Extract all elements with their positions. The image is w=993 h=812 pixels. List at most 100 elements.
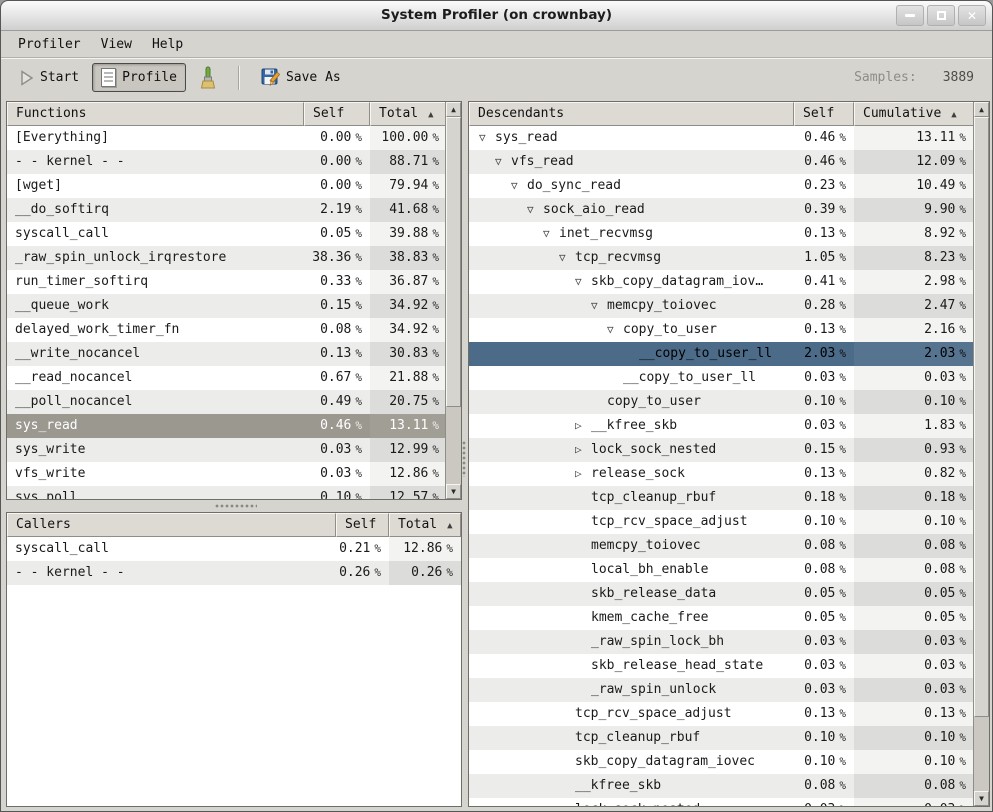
titlebar[interactable]: System Profiler (on crownbay) ✕: [1, 1, 992, 31]
save-as-button[interactable]: Save As: [252, 63, 350, 92]
table-row[interactable]: __poll_nocancel0.49%20.75%: [7, 390, 447, 414]
close-button[interactable]: ✕: [958, 5, 986, 26]
scroll-down-icon[interactable]: ▼: [974, 791, 989, 806]
expander-closed-icon[interactable]: ▷: [575, 414, 591, 437]
functions-self-header[interactable]: Self: [304, 102, 370, 126]
tree-row[interactable]: ▽vfs_read0.46%12.09%: [469, 150, 974, 174]
tree-row[interactable]: copy_to_user0.10%0.10%: [469, 390, 974, 414]
table-row[interactable]: vfs_write0.03%12.86%: [7, 462, 447, 486]
table-row[interactable]: - - kernel - -0.26%0.26%: [7, 561, 461, 585]
percent-sign: %: [839, 635, 846, 648]
tree-row[interactable]: ▽inet_recvmsg0.13%8.92%: [469, 222, 974, 246]
reset-button[interactable]: [190, 61, 226, 95]
expander-open-icon[interactable]: ▽: [559, 246, 575, 269]
menu-profiler[interactable]: Profiler: [9, 34, 90, 55]
tree-row[interactable]: ▽memcpy_toiovec0.28%2.47%: [469, 294, 974, 318]
table-row[interactable]: sys_poll0.10%12.57%: [7, 486, 447, 500]
functions-total-header[interactable]: Total▲: [370, 102, 447, 126]
tree-row[interactable]: ▷release_sock0.13%0.82%: [469, 462, 974, 486]
percent-sign: %: [839, 227, 846, 240]
tree-row[interactable]: tcp_rcv_space_adjust0.10%0.10%: [469, 510, 974, 534]
scroll-down-icon[interactable]: ▼: [446, 484, 461, 499]
expander-open-icon[interactable]: ▽: [591, 294, 607, 317]
tree-row[interactable]: ▷lock_sock_nested0.15%0.93%: [469, 438, 974, 462]
profile-toggle-button[interactable]: Profile: [92, 63, 186, 92]
callers-total-header[interactable]: Total▲: [389, 513, 461, 537]
tree-row[interactable]: ▽sock_aio_read0.39%9.90%: [469, 198, 974, 222]
expander-open-icon[interactable]: ▽: [511, 174, 527, 197]
tree-row[interactable]: tcp_cleanup_rbuf0.18%0.18%: [469, 486, 974, 510]
expander-open-icon[interactable]: ▽: [575, 270, 591, 293]
descendant-name-cell: tcp_rcv_space_adjust: [469, 510, 794, 534]
tree-row[interactable]: __copy_to_user_ll0.03%0.03%: [469, 366, 974, 390]
percent-sign: %: [432, 275, 439, 288]
table-row[interactable]: [wget]0.00%79.94%: [7, 174, 447, 198]
expander-open-icon[interactable]: ▽: [527, 198, 543, 221]
tree-row[interactable]: __kfree_skb0.08%0.08%: [469, 774, 974, 798]
tree-row[interactable]: _raw_spin_lock_bh0.03%0.03%: [469, 630, 974, 654]
descendants-cumulative-header[interactable]: Cumulative▲: [854, 102, 974, 126]
tree-row[interactable]: ▽tcp_recvmsg1.05%8.23%: [469, 246, 974, 270]
callers-name-header[interactable]: Callers: [7, 513, 336, 537]
descendants-scrollbar[interactable]: ▲ ▼: [973, 102, 989, 806]
tree-row[interactable]: ▽copy_to_user0.13%2.16%: [469, 318, 974, 342]
tree-row[interactable]: ▽do_sync_read0.23%10.49%: [469, 174, 974, 198]
table-row[interactable]: _raw_spin_unlock_irqrestore38.36%38.83%: [7, 246, 447, 270]
tree-row[interactable]: kmem_cache_free0.05%0.05%: [469, 606, 974, 630]
table-row[interactable]: [Everything]0.00%100.00%: [7, 126, 447, 150]
table-row[interactable]: __read_nocancel0.67%21.88%: [7, 366, 447, 390]
tree-row[interactable]: tcp_cleanup_rbuf0.10%0.10%: [469, 726, 974, 750]
tree-row[interactable]: lock_sock_nested0.03%0.03%: [469, 798, 974, 807]
descendants-panel: Descendants Self Cumulative▲ ▽sys_read0.…: [468, 101, 990, 807]
percent-cell: 34.92%: [370, 294, 447, 318]
functions-name-header[interactable]: Functions: [7, 102, 304, 126]
tree-row[interactable]: _raw_spin_unlock0.03%0.03%: [469, 678, 974, 702]
scroll-up-icon[interactable]: ▲: [446, 102, 461, 117]
percent-sign: %: [432, 371, 439, 384]
tree-row[interactable]: ▷__kfree_skb0.03%1.83%: [469, 414, 974, 438]
tree-row[interactable]: skb_release_data0.05%0.05%: [469, 582, 974, 606]
function-name-cell: - - kernel - -: [7, 561, 336, 585]
tree-row[interactable]: ▽skb_copy_datagram_iov…0.41%2.98%: [469, 270, 974, 294]
percent-sign: %: [355, 155, 362, 168]
expander-open-icon[interactable]: ▽: [479, 126, 495, 149]
expander-open-icon[interactable]: ▽: [543, 222, 559, 245]
descendants-name-header[interactable]: Descendants: [469, 102, 794, 126]
table-row[interactable]: __queue_work0.15%34.92%: [7, 294, 447, 318]
maximize-button[interactable]: [927, 5, 955, 26]
tree-row[interactable]: skb_copy_datagram_iovec0.10%0.10%: [469, 750, 974, 774]
horizontal-splitter-handle[interactable]: [215, 503, 257, 509]
table-row[interactable]: __write_nocancel0.13%30.83%: [7, 342, 447, 366]
table-row[interactable]: sys_write0.03%12.99%: [7, 438, 447, 462]
callers-self-header[interactable]: Self: [336, 513, 389, 537]
table-row[interactable]: syscall_call0.21%12.86%: [7, 537, 461, 561]
tree-row[interactable]: local_bh_enable0.08%0.08%: [469, 558, 974, 582]
minimize-button[interactable]: [896, 5, 924, 26]
table-row[interactable]: syscall_call0.05%39.88%: [7, 222, 447, 246]
percent-cell: 0.10%: [794, 390, 854, 414]
table-row[interactable]: sys_read0.46%13.11%: [7, 414, 447, 438]
tree-row[interactable]: skb_release_head_state0.03%0.03%: [469, 654, 974, 678]
descendants-self-header[interactable]: Self: [794, 102, 854, 126]
expander-open-icon[interactable]: ▽: [607, 318, 623, 341]
expander-closed-icon[interactable]: ▷: [575, 462, 591, 485]
percent-cell: 0.03%: [794, 654, 854, 678]
table-row[interactable]: - - kernel - -0.00%88.71%: [7, 150, 447, 174]
functions-scrollbar[interactable]: ▲ ▼: [445, 102, 461, 499]
tree-row[interactable]: tcp_rcv_space_adjust0.13%0.13%: [469, 702, 974, 726]
tree-row[interactable]: __copy_to_user_ll2.03%2.03%: [469, 342, 974, 366]
tree-row[interactable]: memcpy_toiovec0.08%0.08%: [469, 534, 974, 558]
expander-closed-icon[interactable]: ▷: [575, 438, 591, 461]
table-row[interactable]: __do_softirq2.19%41.68%: [7, 198, 447, 222]
expander-open-icon[interactable]: ▽: [495, 150, 511, 173]
table-row[interactable]: run_timer_softirq0.33%36.87%: [7, 270, 447, 294]
scroll-up-icon[interactable]: ▲: [974, 102, 989, 117]
menu-help[interactable]: Help: [143, 34, 192, 55]
start-button[interactable]: Start: [11, 65, 88, 91]
functions-scroll-thumb[interactable]: [446, 117, 461, 407]
vertical-splitter-handle[interactable]: [461, 441, 467, 477]
table-row[interactable]: delayed_work_timer_fn0.08%34.92%: [7, 318, 447, 342]
tree-row[interactable]: ▽sys_read0.46%13.11%: [469, 126, 974, 150]
descendants-scroll-thumb[interactable]: [974, 117, 989, 717]
menu-view[interactable]: View: [92, 34, 141, 55]
